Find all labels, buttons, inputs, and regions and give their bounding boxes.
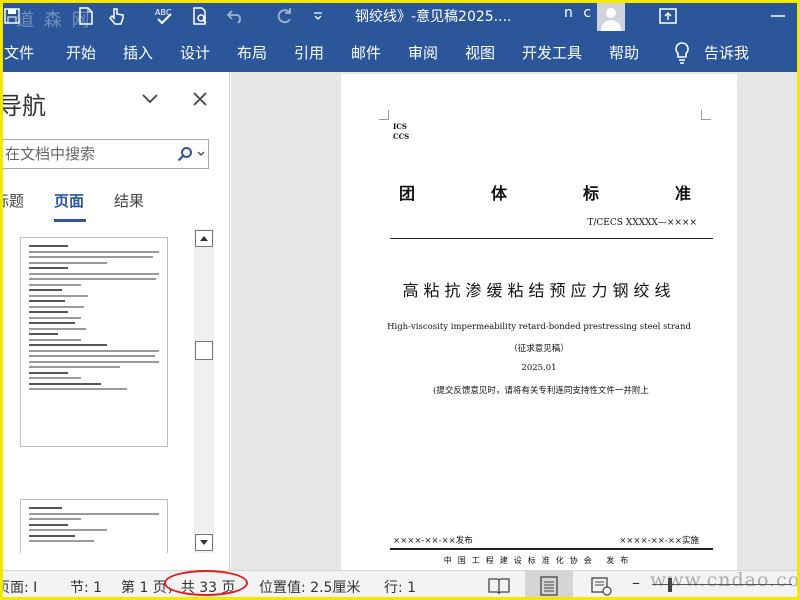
status-line[interactable]: 行: 1 <box>384 577 416 597</box>
footer-rule <box>390 548 713 550</box>
tab-results[interactable]: 结果 <box>114 190 144 211</box>
margin-corner-mark <box>701 110 711 120</box>
nav-pane-title: 导航 <box>0 92 46 120</box>
tab-layout[interactable]: 布局 <box>237 42 267 63</box>
standard-code: T/CECS XXXXX—×××× <box>587 218 697 228</box>
zoom-out-button[interactable]: – <box>632 573 640 592</box>
document-canvas[interactable]: ICS CCS 团 体 标 准 T/CECS XXXXX—×××× 高粘抗渗缓粘… <box>231 72 797 570</box>
tab-review[interactable]: 审阅 <box>408 42 438 63</box>
tab-design[interactable]: 设计 <box>180 42 210 63</box>
tab-insert[interactable]: 插入 <box>123 42 153 63</box>
status-section[interactable]: 节: 1 <box>70 577 102 597</box>
tab-developer[interactable]: 开发工具 <box>522 42 582 63</box>
watermark-url: www.cndao.com <box>650 569 800 591</box>
page-thumbnail[interactable] <box>20 237 168 447</box>
publish-date-line: ××××-××-××发布 <box>393 536 473 546</box>
close-icon[interactable] <box>192 91 208 107</box>
print-preview-icon[interactable] <box>190 6 210 26</box>
draft-label: （征求意见稿） <box>509 344 569 354</box>
standard-type-char: 体 <box>490 184 507 203</box>
tab-mailings[interactable]: 邮件 <box>351 42 381 63</box>
annotation-circle <box>164 570 248 596</box>
spelling-check-icon[interactable]: ABC <box>154 6 174 26</box>
redo-icon[interactable] <box>274 6 294 26</box>
margin-corner-mark <box>379 110 389 120</box>
document-title: 钢绞线》-意见稿2025.... <box>355 9 512 25</box>
document-title-cn: 高粘抗渗缓粘结预应力钢绞线 <box>402 281 676 300</box>
web-layout-icon[interactable] <box>590 576 612 596</box>
search-box <box>3 139 209 169</box>
scroll-thumb[interactable] <box>195 341 213 360</box>
lightbulb-icon[interactable] <box>672 41 692 65</box>
status-page-label[interactable]: 页面: I <box>3 577 37 597</box>
navigation-pane: 导航 标题 页面 结果 8 <box>0 72 230 570</box>
touch-mode-icon[interactable] <box>106 6 126 26</box>
document-page[interactable]: ICS CCS 团 体 标 准 T/CECS XXXXX—×××× 高粘抗渗缓粘… <box>341 74 737 570</box>
standard-type-char: 团 <box>399 184 416 203</box>
standard-type-heading: 团 体 标 准 <box>399 180 691 204</box>
feedback-note: (提交反馈意见时，请将有关专利连同支持性文件一并附上 <box>433 386 649 396</box>
search-input[interactable] <box>5 143 165 165</box>
ics-label: ICS <box>393 122 407 131</box>
standard-type-char: 准 <box>674 184 691 203</box>
page-thumbnail[interactable] <box>20 499 168 553</box>
ribbon-display-options-icon[interactable] <box>658 6 678 26</box>
print-layout-icon[interactable] <box>538 576 560 596</box>
avatar[interactable] <box>597 3 625 31</box>
new-document-icon[interactable] <box>76 6 96 26</box>
customize-toolbar-icon[interactable] <box>308 6 328 26</box>
undo-icon[interactable] <box>226 6 246 26</box>
publishing-organization: 中国工程建设标准化协会 发布 <box>443 556 635 565</box>
ics-ccs-block: ICS CCS <box>393 122 409 142</box>
status-position[interactable]: 位置值: 2.5厘米 <box>259 577 360 597</box>
tab-view[interactable]: 视图 <box>465 42 495 63</box>
scroll-up-button[interactable] <box>195 230 213 247</box>
ccs-label: CCS <box>393 132 410 141</box>
thumbnail-scrollbar[interactable] <box>194 229 214 553</box>
tab-home[interactable]: 开始 <box>66 42 96 63</box>
screenshot-frame: 道 森 网 ABC 钢绞线》-意见稿2025.... n c 文件 开始 插入 … <box>0 0 800 600</box>
standard-type-char: 标 <box>582 184 599 203</box>
tab-file[interactable]: 文件 <box>4 42 34 63</box>
tab-help[interactable]: 帮助 <box>609 42 639 63</box>
chevron-down-icon[interactable] <box>141 92 159 106</box>
read-mode-icon[interactable] <box>488 576 510 596</box>
tab-references[interactable]: 引用 <box>294 42 324 63</box>
scroll-down-button[interactable] <box>195 534 213 551</box>
user-name[interactable]: n c <box>564 5 594 21</box>
title-bar: 道 森 网 ABC 钢绞线》-意见稿2025.... n c <box>3 3 797 32</box>
document-date: 2025.01 <box>521 363 557 373</box>
tab-headings[interactable]: 标题 <box>3 190 24 211</box>
minimize-icon[interactable] <box>768 6 788 26</box>
implement-date-line: ××××-××-××实施 <box>619 536 699 546</box>
active-tab-indicator <box>54 219 86 222</box>
header-rule <box>390 238 713 239</box>
search-icon[interactable] <box>177 146 193 162</box>
page-thumbnails: 8 <box>3 235 194 553</box>
search-options-chevron-icon[interactable] <box>197 151 205 157</box>
document-title-en: High-viscosity impermeability retard-bon… <box>387 322 691 332</box>
tab-pages[interactable]: 页面 <box>54 190 84 211</box>
tell-me-search[interactable]: 告诉我 <box>704 42 749 63</box>
ribbon-tab-bar: 文件 开始 插入 设计 布局 引用 邮件 审阅 视图 开发工具 帮助 告诉我 <box>3 32 797 72</box>
